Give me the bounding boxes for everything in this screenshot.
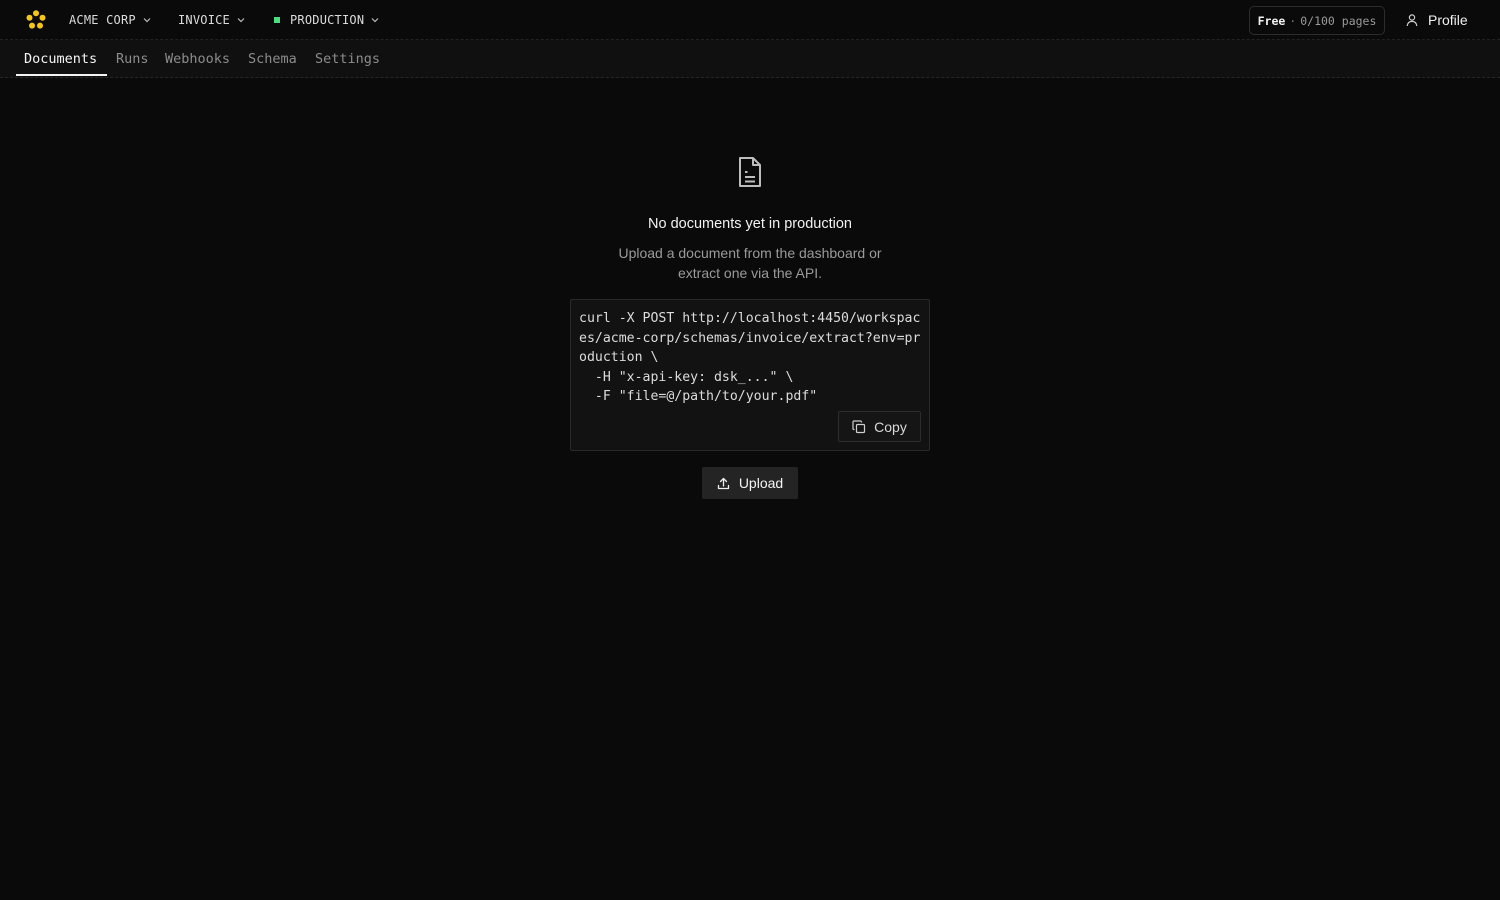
chevron-down-icon xyxy=(143,18,151,23)
copy-icon xyxy=(852,419,866,433)
upload-button[interactable]: Upload xyxy=(702,467,798,499)
tab-schema[interactable]: Schema xyxy=(248,40,297,77)
top-bar: ACME CORP INVOICE PRODUCTION Free · 0/10… xyxy=(0,0,1500,40)
profile-button[interactable]: Profile xyxy=(1405,0,1468,40)
upload-label: Upload xyxy=(738,475,784,491)
tab-bar: Documents Runs Webhooks Schema Settings xyxy=(0,40,1500,78)
chevron-down-icon xyxy=(237,18,245,23)
empty-state-subtitle: Upload a document from the dashboard or … xyxy=(618,245,882,281)
active-tab-indicator xyxy=(16,74,107,76)
copy-button[interactable]: Copy xyxy=(838,411,921,442)
plan-tier: Free xyxy=(1257,13,1286,28)
empty-state-title: No documents yet in production xyxy=(648,216,852,232)
workspace-switcher[interactable]: ACME CORP xyxy=(69,0,152,40)
tab-runs[interactable]: Runs xyxy=(116,40,149,77)
curl-command: curl -X POST http://localhost:4450/works… xyxy=(579,311,921,404)
environment-switcher[interactable]: PRODUCTION xyxy=(274,0,380,40)
chevron-down-icon xyxy=(371,18,379,23)
api-code-snippet: curl -X POST http://localhost:4450/works… xyxy=(570,299,930,451)
sunburst-logo-icon[interactable] xyxy=(24,8,48,32)
schema-switcher[interactable]: INVOICE xyxy=(178,0,246,40)
plan-usage: 0/100 pages xyxy=(1300,13,1377,28)
workspace-name: ACME CORP xyxy=(69,13,136,27)
tab-settings[interactable]: Settings xyxy=(315,40,380,77)
plan-separator: · xyxy=(1289,13,1297,28)
user-icon xyxy=(1406,14,1418,27)
tab-webhooks[interactable]: Webhooks xyxy=(165,40,230,77)
environment-status-dot xyxy=(274,17,280,23)
environment-name: PRODUCTION xyxy=(290,13,365,27)
document-icon xyxy=(739,157,761,187)
plan-usage-badge[interactable]: Free · 0/100 pages xyxy=(1249,6,1385,35)
tab-documents[interactable]: Documents xyxy=(24,40,97,77)
copy-label: Copy xyxy=(874,418,907,435)
schema-name: INVOICE xyxy=(178,13,230,27)
upload-icon xyxy=(717,477,729,489)
profile-label: Profile xyxy=(1428,12,1468,28)
